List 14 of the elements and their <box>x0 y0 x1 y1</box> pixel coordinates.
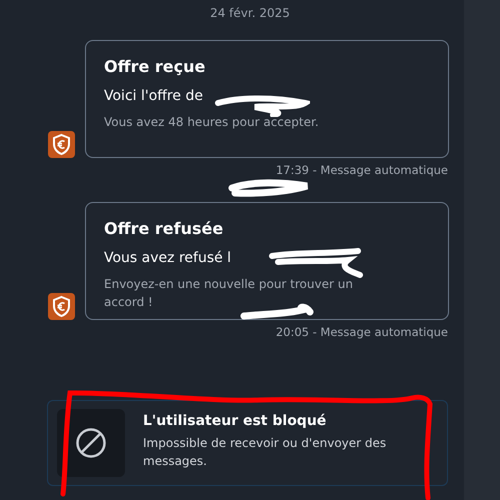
message-note: Envoyez-en une nouvelle pour trouver un accord ! <box>104 276 354 311</box>
date-label: 24 févr. 2025 <box>210 5 290 22</box>
euro-shield-icon <box>48 293 75 320</box>
message-meta: 17:39 - Message automatique <box>276 162 448 178</box>
block-icon <box>75 427 107 459</box>
message-title: Offre refusée <box>104 219 224 239</box>
message-note: Vous avez 48 heures pour accepter. <box>104 114 320 131</box>
blocked-title: L'utilisateur est bloqué <box>143 412 328 430</box>
message-meta: 20:05 - Message automatique <box>276 324 448 340</box>
message-text: Voici l'offre de <box>104 87 203 105</box>
euro-shield-icon <box>48 131 75 158</box>
message-title: Offre reçue <box>104 57 206 77</box>
blocked-text: Impossible de recevoir ou d'envoyer des messages. <box>143 435 388 470</box>
message-text: Vous avez refusé l <box>104 249 232 267</box>
